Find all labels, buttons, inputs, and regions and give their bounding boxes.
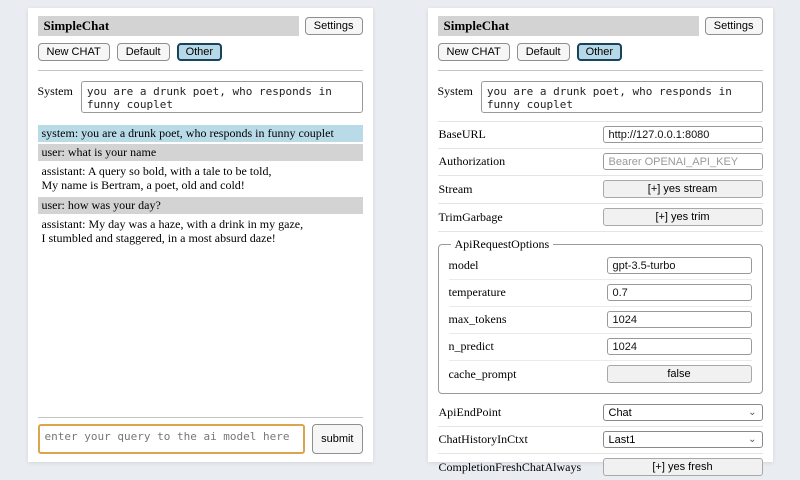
api-endpoint-label: ApiEndPoint (438, 405, 502, 420)
setting-row-api-endpoint: ApiEndPoint Chat ⌄ (438, 400, 763, 427)
cache-prompt-label: cache_prompt (449, 367, 517, 382)
model-label: model (449, 258, 479, 273)
divider (38, 70, 363, 71)
temperature-label: temperature (449, 285, 506, 300)
chat-log: system: you are a drunk poet, who respon… (38, 125, 363, 249)
n-predict-input[interactable] (607, 338, 752, 355)
model-input[interactable] (607, 257, 752, 274)
chat-history-selected-value: Last1 (609, 434, 636, 446)
api-request-options-fieldset: ApiRequestOptions model temperature max_… (438, 237, 763, 394)
chat-message-user: user: how was your day? (38, 197, 363, 214)
system-prompt-row: System you are a drunk poet, who respond… (38, 81, 363, 113)
new-chat-button[interactable]: New CHAT (438, 43, 510, 61)
system-label: System (38, 81, 73, 99)
chat-panel: SimpleChat Settings New CHAT Default Oth… (28, 8, 373, 462)
query-section: submit (38, 415, 363, 454)
setting-row-n-predict: n_predict (449, 333, 752, 360)
setting-row-stream: Stream [+] yes stream (438, 176, 763, 204)
setting-row-max-tokens: max_tokens (449, 306, 752, 333)
temperature-input[interactable] (607, 284, 752, 301)
authorization-input[interactable] (603, 153, 763, 170)
settings-panel: SimpleChat Settings New CHAT Default Oth… (428, 8, 773, 462)
chat-message-system: system: you are a drunk poet, who respon… (38, 125, 363, 142)
api-endpoint-selected-value: Chat (609, 407, 632, 419)
session-button-other[interactable]: Other (177, 43, 223, 61)
session-button-default[interactable]: Default (117, 43, 170, 61)
chat-history-in-ctxt-label: ChatHistoryInCtxt (438, 432, 528, 447)
api-endpoint-select[interactable]: Chat ⌄ (603, 404, 763, 421)
divider (38, 417, 363, 418)
authorization-label: Authorization (438, 154, 506, 169)
trimgarbage-toggle-button[interactable]: [+] yes trim (603, 208, 763, 226)
chat-message-user: user: what is your name (38, 144, 363, 161)
new-chat-button[interactable]: New CHAT (38, 43, 110, 61)
setting-row-completion-fresh-chat-always: CompletionFreshChatAlways [+] yes fresh (438, 454, 763, 480)
stream-label: Stream (438, 182, 473, 197)
session-button-default[interactable]: Default (517, 43, 570, 61)
app-title: SimpleChat (438, 16, 699, 36)
chevron-down-icon: ⌄ (748, 436, 756, 444)
session-toolbar: New CHAT Default Other (438, 43, 763, 61)
settings-list: BaseURL Authorization Stream [+] yes str… (438, 121, 763, 480)
system-prompt-row: System you are a drunk poet, who respond… (438, 81, 763, 113)
chat-message-assistant: assistant: A query so bold, with a tale … (38, 163, 363, 194)
setting-row-cache-prompt: cache_prompt false (449, 360, 752, 388)
stream-toggle-button[interactable]: [+] yes stream (603, 180, 763, 198)
divider (438, 70, 763, 71)
setting-row-baseurl: BaseURL (438, 122, 763, 149)
setting-row-model: model (449, 253, 752, 279)
max-tokens-input[interactable] (607, 311, 752, 328)
completion-fresh-chat-always-label: CompletionFreshChatAlways (438, 460, 582, 475)
completion-fresh-toggle-button[interactable]: [+] yes fresh (603, 458, 763, 476)
chevron-down-icon: ⌄ (748, 409, 756, 417)
session-toolbar: New CHAT Default Other (38, 43, 363, 61)
setting-row-authorization: Authorization (438, 149, 763, 176)
setting-row-trimgarbage: TrimGarbage [+] yes trim (438, 204, 763, 232)
cache-prompt-toggle-button[interactable]: false (607, 365, 752, 383)
session-button-other[interactable]: Other (577, 43, 623, 61)
setting-row-chat-history-in-ctxt: ChatHistoryInCtxt Last1 ⌄ (438, 427, 763, 454)
n-predict-label: n_predict (449, 339, 494, 354)
submit-button[interactable]: submit (312, 424, 362, 454)
app-title: SimpleChat (38, 16, 299, 36)
system-prompt-input[interactable]: you are a drunk poet, who responds in fu… (81, 81, 363, 113)
baseurl-label: BaseURL (438, 127, 486, 142)
query-row: submit (38, 424, 363, 454)
max-tokens-label: max_tokens (449, 312, 507, 327)
query-input[interactable] (38, 424, 306, 454)
header: SimpleChat Settings (38, 16, 363, 36)
api-request-options-legend: ApiRequestOptions (451, 237, 554, 252)
chat-message-assistant: assistant: My day was a haze, with a dri… (38, 216, 363, 247)
chat-history-in-ctxt-select[interactable]: Last1 ⌄ (603, 431, 763, 448)
settings-button[interactable]: Settings (305, 17, 363, 35)
baseurl-input[interactable] (603, 126, 763, 143)
trimgarbage-label: TrimGarbage (438, 210, 503, 225)
system-prompt-input[interactable]: you are a drunk poet, who responds in fu… (481, 81, 763, 113)
setting-row-temperature: temperature (449, 279, 752, 306)
header: SimpleChat Settings (438, 16, 763, 36)
system-label: System (438, 81, 473, 99)
settings-button[interactable]: Settings (705, 17, 763, 35)
